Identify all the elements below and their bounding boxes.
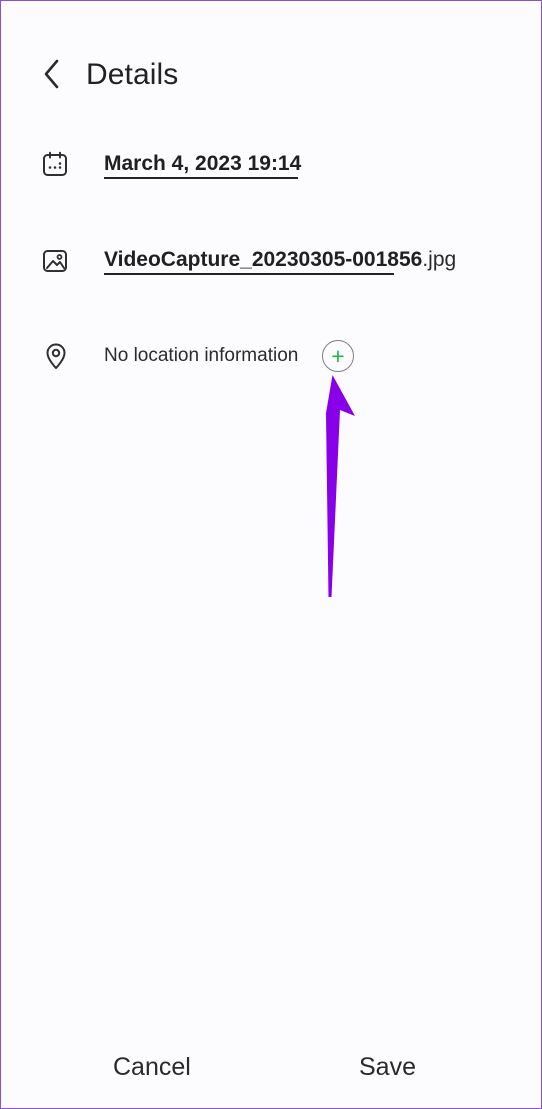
chevron-left-icon (44, 59, 59, 89)
add-location-button[interactable]: + (322, 340, 354, 372)
location-pin-icon (40, 340, 72, 372)
arrow-up-icon (325, 375, 355, 597)
location-status-text: No location information (104, 345, 299, 366)
details-screen: Details March 4, 2023 19:14 VideoCapture… (0, 0, 542, 1109)
save-button[interactable]: Save (359, 1051, 416, 1083)
filename-base[interactable]: VideoCapture_20230305-001856 (104, 248, 422, 271)
back-button[interactable] (31, 53, 73, 95)
image-icon (39, 245, 71, 277)
date-time-underline (104, 177, 298, 179)
filename-underline (104, 273, 394, 275)
page-title: Details (86, 58, 179, 91)
date-time-field[interactable]: March 4, 2023 19:14 (104, 150, 301, 178)
cancel-button[interactable]: Cancel (113, 1051, 191, 1083)
calendar-icon (39, 148, 71, 180)
filename-extension: .jpg (422, 248, 457, 271)
filename-field[interactable]: VideoCapture_20230305-001856.jpg (104, 246, 456, 274)
plus-icon: + (331, 342, 345, 369)
